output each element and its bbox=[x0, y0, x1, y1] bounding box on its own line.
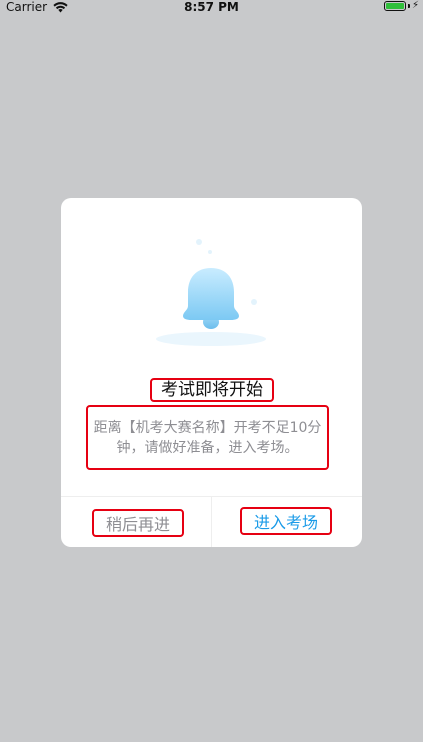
dialog-message: 距离【机考大赛名称】开考不足10分钟，请做好准备，进入考场。 bbox=[93, 419, 322, 456]
charging-bolt-icon: ⚡ bbox=[411, 0, 419, 11]
dialog-message-highlight: 距离【机考大赛名称】开考不足10分钟，请做好准备，进入考场。 bbox=[86, 405, 329, 470]
status-time: 8:57 PM bbox=[184, 0, 239, 14]
enter-exam-button[interactable]: 进入考场 bbox=[240, 507, 332, 535]
enter-later-button[interactable]: 稍后再进 bbox=[92, 509, 184, 537]
dialog-title: 考试即将开始 bbox=[161, 380, 263, 400]
exam-start-dialog: 考试即将开始 距离【机考大赛名称】开考不足10分钟，请做好准备，进入考场。 稍后… bbox=[61, 198, 362, 547]
status-bar-right: ⚡ bbox=[383, 0, 419, 11]
battery-level-fill bbox=[385, 3, 404, 9]
status-bar: Carrier 8:57 PM ⚡ bbox=[0, 0, 423, 22]
battery-icon bbox=[383, 1, 406, 11]
bell-icon bbox=[156, 239, 266, 346]
dialog-title-highlight: 考试即将开始 bbox=[150, 378, 274, 402]
bell-illustration bbox=[61, 198, 362, 358]
battery-tip bbox=[407, 4, 410, 8]
button-divider-vertical bbox=[211, 496, 212, 547]
